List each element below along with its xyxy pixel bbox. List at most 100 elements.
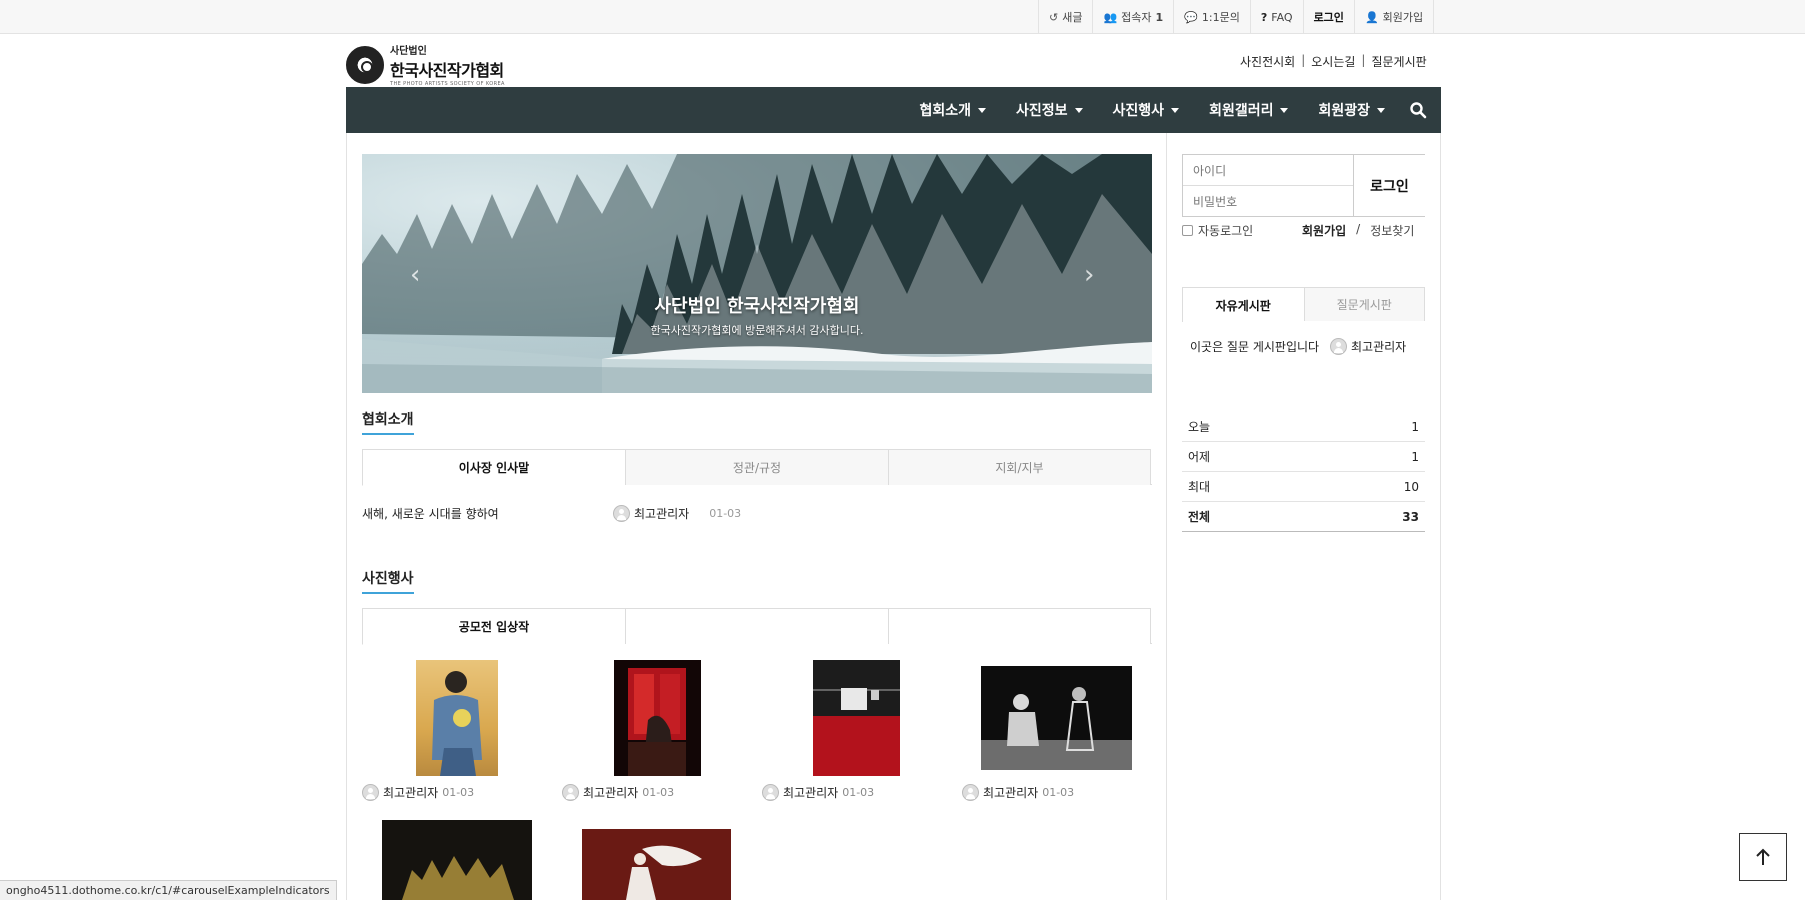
question-icon: ? — [1260, 10, 1268, 24]
nav-item-community[interactable]: 회원광장 — [1318, 100, 1385, 120]
caret-down-icon — [978, 107, 986, 113]
frame-line-right — [1440, 133, 1441, 900]
gallery-thumb[interactable] — [416, 660, 498, 776]
caret-down-icon — [1377, 107, 1385, 113]
nav-item-photo-info[interactable]: 사진정보 — [1016, 100, 1083, 120]
section-title-about: 협회소개 — [362, 409, 414, 435]
visitors-link[interactable]: 👥 접속자 1 — [1093, 0, 1175, 34]
logo-emblem-icon — [346, 45, 384, 84]
caret-down-icon — [1074, 107, 1083, 113]
about-tabs: 이사장 인사말 정관/규정 지회/지부 — [362, 449, 1152, 486]
login-link[interactable]: 로그인 — [1304, 0, 1355, 34]
gallery-meta: 최고관리자 01-03 — [762, 784, 874, 801]
tab-branches[interactable]: 지회/지부 — [888, 449, 1151, 485]
username-input[interactable]: 아이디 — [1183, 155, 1353, 186]
gallery-meta: 최고관리자 01-03 — [562, 784, 674, 801]
login-links: 회원가입 / 정보찾기 — [1302, 222, 1415, 239]
caret-down-icon — [1280, 107, 1289, 113]
faq-link[interactable]: ? FAQ — [1251, 0, 1304, 34]
caret-down-icon — [1171, 107, 1180, 113]
logo-title: 한국사진작가협회 — [390, 61, 504, 80]
header-link-directions[interactable]: 오시는길 — [1311, 53, 1355, 70]
gallery-date: 01-03 — [642, 786, 675, 799]
about-post-row[interactable]: 새해, 새로운 시대를 향하여 최고관리자 01-03 — [362, 502, 1152, 524]
post-date: 01-03 — [709, 506, 742, 520]
history-icon: ↺ — [1049, 10, 1059, 24]
gallery-thumb[interactable] — [382, 820, 532, 900]
carousel-image — [362, 154, 1152, 393]
gallery-date: 01-03 — [1042, 786, 1075, 799]
gallery-author: 최고관리자 — [783, 786, 839, 800]
frame-line-middle — [1166, 133, 1167, 900]
stats-row-yesterday: 어제 1 — [1182, 442, 1425, 472]
search-icon[interactable] — [1409, 101, 1427, 119]
header-link-exhibition[interactable]: 사진전시회 — [1240, 53, 1295, 70]
auto-login-label: 자동로그인 — [1198, 224, 1254, 238]
carousel-next-icon[interactable]: › — [1084, 260, 1094, 290]
join-link[interactable]: 회원가입 — [1302, 222, 1346, 239]
sidebar-post-author: 최고관리자 — [1351, 340, 1407, 354]
top-utility-links: ↺ 새글 👥 접속자 1 💬 1:1문의 ? FAQ 로그인 👤 회원가입 — [1038, 0, 1435, 34]
nav-item-events[interactable]: 사진행사 — [1113, 100, 1180, 120]
hero-carousel[interactable]: ‹ › 사단법인 한국사진작가협회 한국사진작가협회에 방문해주셔서 감사합니다… — [362, 154, 1152, 393]
tab-regulations[interactable]: 정관/규정 — [625, 449, 888, 485]
avatar — [613, 504, 630, 522]
avatar — [962, 784, 979, 801]
auto-login-checkbox[interactable] — [1182, 225, 1193, 236]
section-title-events: 사진행사 — [362, 568, 414, 594]
tab-chairman-greeting[interactable]: 이사장 인사말 — [362, 449, 625, 486]
tab-free-board[interactable]: 자유게시판 — [1182, 287, 1304, 322]
gallery-thumb[interactable] — [582, 829, 731, 900]
register-link[interactable]: 👤 회원가입 — [1355, 0, 1435, 34]
top-utility-bar: ↺ 새글 👥 접속자 1 💬 1:1문의 ? FAQ 로그인 👤 회원가입 — [0, 0, 1805, 34]
event-gallery: 최고관리자 01-03 최고관리자 01-03 최고관리자 01-03 최고관리… — [362, 660, 1162, 900]
avatar — [762, 784, 779, 801]
user-plus-icon: 👤 — [1364, 10, 1379, 24]
header-link-qna[interactable]: 질문게시판 — [1371, 53, 1426, 70]
site-logo[interactable]: 사단법인 한국사진작가협회 THE PHOTO ARTISTS SOCIETY … — [346, 42, 505, 87]
nav-item-about[interactable]: 협회소개 — [919, 100, 986, 120]
gallery-thumb[interactable] — [981, 666, 1132, 770]
avatar — [562, 784, 579, 801]
stats-row-total: 전체 33 — [1182, 502, 1425, 532]
post-title[interactable]: 새해, 새로운 시대를 향하여 — [362, 505, 613, 522]
stats-row-max: 최대 10 — [1182, 472, 1425, 502]
gallery-date: 01-03 — [442, 786, 475, 799]
back-to-top-button[interactable] — [1739, 833, 1787, 881]
find-account-link[interactable]: 정보찾기 — [1370, 222, 1414, 239]
users-icon: 👥 — [1103, 10, 1118, 24]
header-links: 사진전시회 | 오시는길 | 질문게시판 — [1240, 53, 1427, 70]
tab-contest-winners[interactable]: 공모전 입상작 — [362, 608, 625, 645]
gallery-author: 최고관리자 — [983, 786, 1039, 800]
carousel-subtitle: 한국사진작가협회에 방문해주셔서 감사합니다. — [650, 324, 864, 337]
frame-line-left — [346, 133, 347, 900]
password-input[interactable]: 비밀번호 — [1183, 186, 1353, 217]
stats-row-today: 오늘 1 — [1182, 412, 1425, 442]
gallery-thumb[interactable] — [614, 660, 701, 776]
tab-event-2[interactable] — [625, 608, 888, 644]
arrow-up-icon — [1756, 848, 1770, 865]
nav-item-gallery[interactable]: 회원갤러리 — [1209, 100, 1289, 120]
visitor-stats: 오늘 1 어제 1 최대 10 전체 33 — [1182, 412, 1425, 532]
login-button[interactable]: 로그인 — [1353, 155, 1425, 216]
tab-qna-board[interactable]: 질문게시판 — [1303, 287, 1425, 321]
inquiry-link[interactable]: 💬 1:1문의 — [1174, 0, 1251, 34]
carousel-title: 사단법인 한국사진작가협회 — [654, 296, 860, 317]
visitor-count: 1 — [1155, 10, 1164, 24]
sidebar-post-title[interactable]: 이곳은 질문 게시판입니다 — [1190, 338, 1330, 355]
sidebar-post-row[interactable]: 이곳은 질문 게시판입니다 최고관리자 — [1190, 338, 1420, 355]
avatar — [362, 784, 379, 801]
event-tabs: 공모전 입상작 — [362, 608, 1152, 645]
gallery-date: 01-03 — [842, 786, 875, 799]
login-box: 아이디 비밀번호 로그인 — [1182, 154, 1425, 217]
browser-status-url: ongho4511.dothome.co.kr/c1/#carouselExam… — [0, 880, 337, 900]
carousel-prev-icon[interactable]: ‹ — [410, 260, 420, 290]
gallery-thumb[interactable] — [813, 660, 900, 776]
sidebar-board-tabs: 자유게시판 질문게시판 — [1182, 287, 1425, 322]
gallery-author: 최고관리자 — [383, 786, 439, 800]
new-posts-link[interactable]: ↺ 새글 — [1039, 0, 1094, 34]
logo-subtitle: 사단법인 — [390, 46, 427, 57]
tab-event-3[interactable] — [888, 608, 1151, 644]
main-nav: 협회소개 사진정보 사진행사 회원갤러리 회원광장 — [346, 87, 1441, 133]
auto-login[interactable]: 자동로그인 — [1182, 222, 1253, 239]
